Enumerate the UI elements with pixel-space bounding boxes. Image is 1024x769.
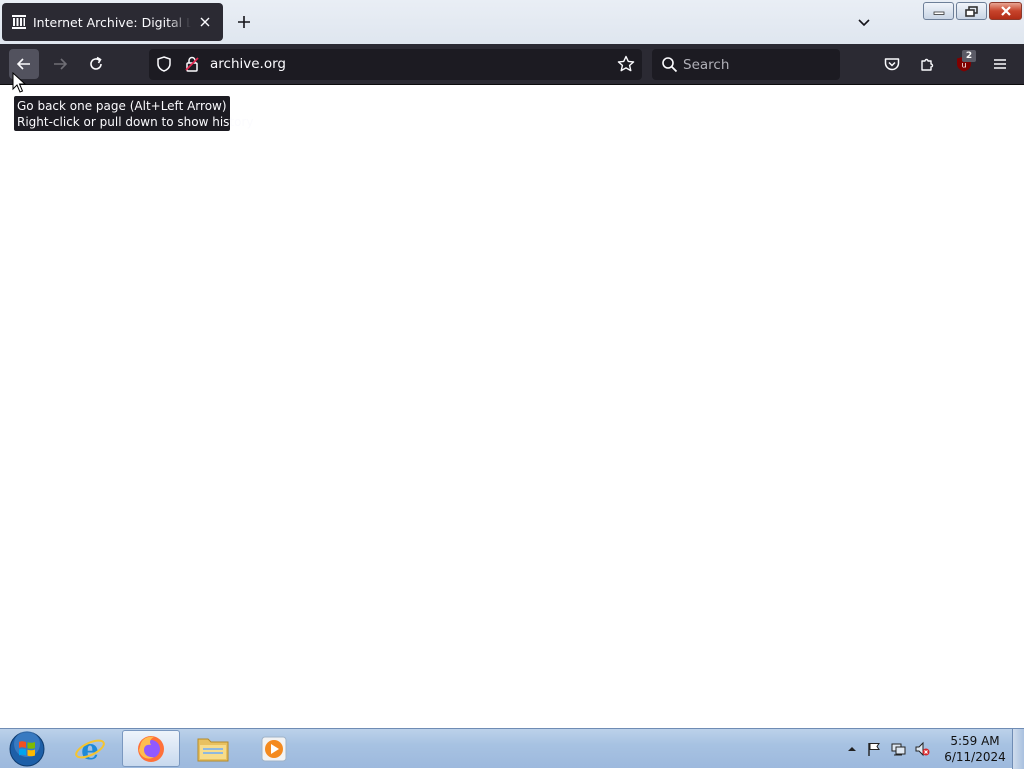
pocket-icon (884, 58, 900, 71)
reload-button[interactable] (81, 49, 111, 79)
tab-title: Internet Archive: Digital Library of Fre… (33, 14, 191, 30)
taskbar-clock[interactable]: 5:59 AM 6/11/2024 (944, 733, 1006, 765)
chevron-down-icon[interactable] (852, 10, 876, 34)
clock-time: 5:59 AM (950, 734, 1000, 748)
library-columns-icon (11, 14, 27, 30)
shield-icon[interactable] (155, 55, 173, 73)
extensions-button[interactable] (913, 49, 943, 79)
taskbar-file-explorer[interactable] (184, 730, 242, 767)
taskbar: e 5:59 AM 6/11/2024 (0, 728, 1024, 769)
back-button-tooltip: Go back one page (Alt+Left Arrow) Right-… (14, 96, 254, 131)
restore-button[interactable] (956, 2, 987, 20)
taskbar-media-player[interactable] (245, 730, 303, 767)
puzzle-piece-icon (921, 58, 934, 71)
window-controls (923, 2, 1022, 20)
lock-icon[interactable] (183, 55, 201, 73)
arrow-right-icon (54, 58, 68, 70)
media-player-icon (261, 736, 287, 761)
tab-strip: Internet Archive: Digital Library of Fre… (0, 0, 1024, 44)
windows-start-orb-icon (9, 731, 45, 767)
close-icon[interactable] (195, 12, 215, 32)
window-close-button[interactable] (989, 2, 1022, 20)
internet-explorer-icon: e (75, 733, 105, 765)
action-center-flag-icon[interactable] (866, 741, 882, 757)
tab-internet-archive[interactable]: Internet Archive: Digital Library of Fre… (2, 3, 223, 41)
taskbar-firefox[interactable] (122, 730, 180, 767)
app-menu-button[interactable] (985, 49, 1015, 79)
navigation-toolbar: archive.org Search u 2 (0, 44, 1024, 85)
url-text[interactable]: archive.org (210, 56, 286, 72)
mouse-cursor-icon (12, 72, 26, 93)
bookmark-star-icon[interactable] (616, 54, 636, 74)
svg-text:e: e (81, 733, 99, 765)
hamburger-menu-icon (994, 59, 1006, 69)
firefox-icon (138, 735, 164, 762)
extension-badge: 2 (962, 50, 976, 62)
network-icon[interactable] (890, 741, 906, 757)
tooltip-line-1: Go back one page (Alt+Left Arrow) (17, 99, 227, 113)
address-bar[interactable]: archive.org (149, 49, 642, 80)
search-input[interactable]: Search (683, 57, 729, 73)
reload-icon (90, 56, 102, 70)
pocket-button[interactable] (877, 49, 907, 79)
forward-button[interactable] (45, 49, 75, 79)
volume-muted-icon[interactable] (914, 741, 930, 757)
file-explorer-icon (197, 738, 229, 761)
search-icon (661, 56, 678, 73)
taskbar-internet-explorer[interactable]: e (61, 730, 119, 767)
system-tray: 5:59 AM 6/11/2024 (840, 729, 1020, 769)
show-desktop-button[interactable] (1012, 729, 1024, 769)
tooltip-line-2: Right-click or pull down to show history (17, 115, 254, 129)
page-content (0, 86, 1024, 728)
arrow-left-icon (16, 58, 30, 70)
start-button[interactable] (5, 730, 49, 768)
clock-date: 6/11/2024 (944, 750, 1006, 764)
new-tab-plus-icon[interactable] (232, 10, 256, 34)
minimize-button[interactable] (923, 2, 954, 20)
show-hidden-icons-arrow-icon[interactable] (844, 741, 860, 757)
search-bar[interactable]: Search (652, 49, 840, 80)
